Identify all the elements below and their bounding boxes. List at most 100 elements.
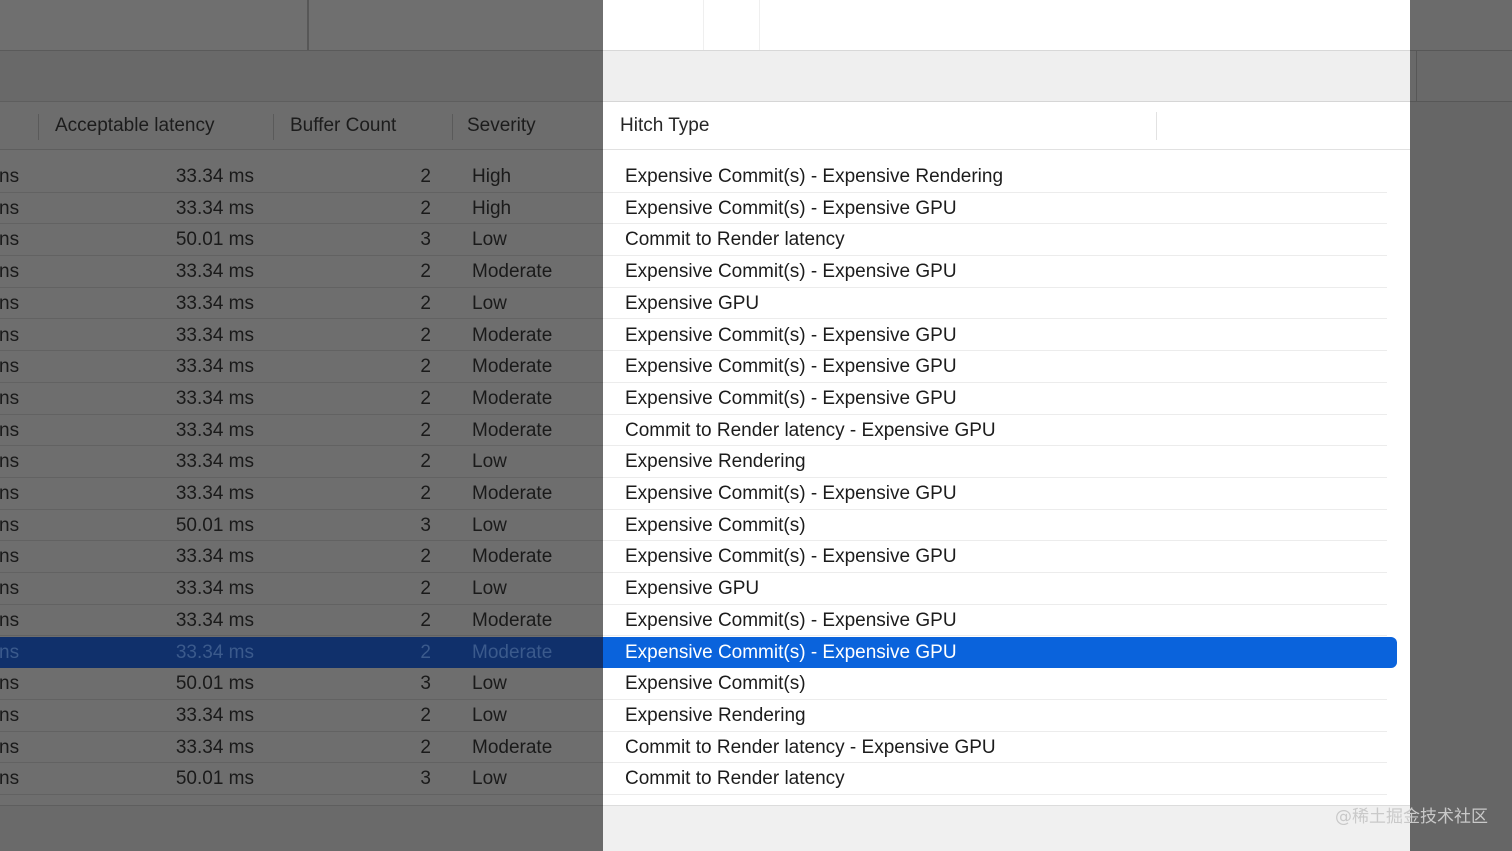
column-separator[interactable] <box>273 114 274 140</box>
table-row[interactable]: ns 50.01 ms 3 Low <box>0 224 603 257</box>
severity-cell: Moderate <box>472 356 553 378</box>
buffer-count-cell: 2 <box>420 736 431 758</box>
buffer-count-cell: 3 <box>420 514 431 536</box>
column-header-severity[interactable]: Severity <box>467 102 536 150</box>
table-row[interactable]: ns 33.34 ms 2 Low <box>0 573 603 605</box>
column-header-acceptable-latency[interactable]: Acceptable latency <box>55 102 215 150</box>
table-row[interactable]: Expensive Commit(s) <box>603 668 1387 700</box>
buffer-count-cell: 2 <box>420 641 431 663</box>
column-separator[interactable] <box>452 114 453 140</box>
hitch-type-cell: Expensive Commit(s) - Expensive GPU <box>625 546 957 568</box>
severity-cell: Low <box>472 578 507 600</box>
app-window: Acceptable latency Buffer Count Severity… <box>0 0 1512 851</box>
table-row[interactable]: Expensive Rendering <box>603 446 1387 478</box>
buffer-count-cell: 3 <box>420 229 431 251</box>
buffer-count-cell: 2 <box>420 292 431 314</box>
hitch-type-cell: Expensive Commit(s) - Expensive GPU <box>625 483 957 504</box>
severity-cell: Moderate <box>472 546 553 568</box>
hitch-type-cell: Expensive Commit(s) <box>625 673 806 695</box>
table-row[interactable]: ns 33.34 ms 2 Moderate <box>0 256 603 288</box>
table-row[interactable]: ns 50.01 ms 3 Low <box>0 510 603 542</box>
buffer-count-cell: 2 <box>420 419 431 441</box>
table-row[interactable]: Expensive Commit(s) - Expensive GPU <box>603 383 1387 415</box>
table-row[interactable]: Commit to Render latency - Expensive GPU <box>603 415 1387 447</box>
hitch-type-cell: Expensive Commit(s) - Expensive GPU <box>625 356 957 378</box>
side-strip <box>1410 0 1512 851</box>
hitch-type-cell: Expensive Commit(s) - Expensive GPU <box>625 387 957 409</box>
table-row[interactable]: Expensive GPU <box>603 573 1387 605</box>
table-row[interactable]: Expensive Commit(s) - Expensive GPU <box>603 256 1387 288</box>
hitch-type-cell: Commit to Render latency - Expensive GPU <box>625 736 996 758</box>
table-row[interactable]: ns 33.34 ms 2 Moderate <box>0 636 603 669</box>
table-row[interactable]: ns 33.34 ms 2 Moderate <box>0 351 603 383</box>
table-row[interactable]: ns 33.34 ms 2 Moderate <box>0 478 603 510</box>
side-strip-bar <box>1410 51 1512 102</box>
right-footer <box>603 805 1410 851</box>
table-row[interactable]: ns 33.34 ms 2 Moderate <box>0 605 603 637</box>
table-row[interactable]: ns 33.34 ms 2 Low <box>0 700 603 732</box>
table-row[interactable]: ns 33.34 ms 2 Moderate <box>0 415 603 447</box>
table-row[interactable]: Commit to Render latency - Expensive GPU <box>603 732 1387 764</box>
side-strip-top <box>1410 0 1512 51</box>
table-row[interactable]: Expensive Commit(s) - Expensive GPU <box>603 351 1387 383</box>
hitch-type-cell: Expensive GPU <box>625 292 760 314</box>
table-row[interactable]: ns 33.34 ms 2 High <box>0 193 603 225</box>
severity-cell: Low <box>472 673 507 695</box>
table-row[interactable]: ns 33.34 ms 2 High <box>0 161 603 193</box>
table-row[interactable]: ns 50.01 ms 3 Low <box>0 763 603 795</box>
severity-cell: Low <box>472 451 507 473</box>
severity-cell: Low <box>472 514 507 536</box>
hitch-type-cell: Expensive GPU <box>625 578 760 600</box>
table-row[interactable]: ns 33.34 ms 2 Moderate <box>0 732 603 764</box>
table-row[interactable]: Expensive Commit(s) - Expensive GPU <box>603 320 1387 352</box>
hitch-type-cell: Expensive Commit(s) - Expensive GPU <box>625 261 957 283</box>
table-row[interactable]: ns 50.01 ms 3 Low <box>0 668 603 700</box>
severity-cell: Low <box>472 704 507 726</box>
buffer-count-cell: 2 <box>420 546 431 568</box>
table-row[interactable]: ns 33.34 ms 2 Moderate <box>0 320 603 352</box>
table-row[interactable]: Expensive Commit(s) - Expensive GPU <box>603 478 1387 510</box>
table-row[interactable]: Expensive Commit(s) <box>603 510 1387 542</box>
table-row[interactable]: ns 33.34 ms 2 Moderate <box>0 541 603 574</box>
severity-cell: Moderate <box>472 324 553 346</box>
table-row[interactable]: Expensive GPU <box>603 288 1387 320</box>
column-header-buffer-count[interactable]: Buffer Count <box>290 102 396 150</box>
toolbar-divider <box>759 0 760 50</box>
side-strip-divider <box>1416 51 1417 102</box>
left-filter-bar <box>0 51 603 102</box>
table-row[interactable]: Commit to Render latency <box>603 763 1387 795</box>
column-header-hitch-type[interactable]: Hitch Type <box>620 102 709 150</box>
buffer-count-cell: 3 <box>420 768 431 790</box>
table-row[interactable]: ns 33.34 ms 2 Low <box>0 288 603 320</box>
hitch-type-cell: Commit to Render latency <box>625 768 845 790</box>
table-row[interactable]: Expensive Commit(s) - Expensive GPU <box>603 541 1387 574</box>
table-row[interactable]: Expensive Commit(s) - Expensive Renderin… <box>603 161 1387 193</box>
table-row-selected[interactable]: Expensive Commit(s) - Expensive GPU <box>603 636 1397 669</box>
buffer-count-cell: 2 <box>420 387 431 409</box>
severity-cell: Moderate <box>472 419 553 441</box>
column-separator[interactable] <box>1156 112 1157 140</box>
hitch-type-table-body: Expensive Commit(s) - Expensive Renderin… <box>603 150 1410 805</box>
toolbar-divider <box>703 0 704 50</box>
right-table-header: Hitch Type <box>603 102 1410 150</box>
buffer-count-cell: 2 <box>420 609 431 631</box>
hitch-type-cell: Commit to Render latency - Expensive GPU <box>625 419 996 441</box>
watermark: @稀土掘金技术社区 <box>1335 807 1488 827</box>
buffer-count-cell: 2 <box>420 356 431 378</box>
left-table-body: ns 33.34 ms 2 High ns 33.34 ms 2 High ns 50.01 ms… <box>0 150 603 805</box>
severity-cell: Moderate <box>472 609 553 631</box>
table-row[interactable]: Expensive Commit(s) - Expensive GPU <box>603 193 1387 225</box>
table-row[interactable]: Commit to Render latency <box>603 224 1387 257</box>
buffer-count-cell: 2 <box>420 483 431 504</box>
table-row[interactable]: ns 33.34 ms 2 Moderate <box>0 383 603 415</box>
table-row[interactable]: Expensive Commit(s) - Expensive GPU <box>603 605 1387 637</box>
severity-cell: Moderate <box>472 641 553 663</box>
buffer-count-cell: 2 <box>420 166 431 187</box>
column-separator[interactable] <box>38 114 39 140</box>
hitch-type-cell: Expensive Commit(s) - Expensive GPU <box>625 641 957 663</box>
severity-cell: Moderate <box>472 736 553 758</box>
severity-cell: Moderate <box>472 261 553 283</box>
hitch-type-cell: Expensive Commit(s) - Expensive GPU <box>625 609 957 631</box>
table-row[interactable]: Expensive Rendering <box>603 700 1387 732</box>
table-row[interactable]: ns 33.34 ms 2 Low <box>0 446 603 478</box>
